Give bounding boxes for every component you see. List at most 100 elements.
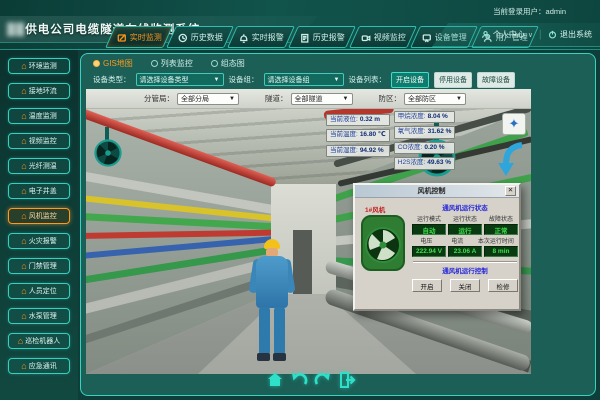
sidebar-item-temp-monitor[interactable]: ⌂温度监测 [8, 108, 70, 124]
status-labels: 运行模式运行状态故障状态 [411, 214, 519, 223]
home-icon: ⌂ [21, 112, 26, 121]
tab-label: 历史报警 [313, 32, 345, 43]
sidebar-item-emergency-comm[interactable]: ⌂应急通讯 [8, 358, 70, 374]
divider [413, 261, 517, 263]
devices-fault-button[interactable]: 故障设备 [477, 72, 515, 88]
runtime-value: 8 min [484, 246, 518, 257]
bottom-nav [266, 371, 356, 389]
tab-history-alarm[interactable]: 历史报警 [288, 26, 356, 48]
logout-link[interactable]: 退出系统 [548, 29, 592, 40]
device-group-select[interactable]: 请选择设备组▼ [264, 73, 344, 86]
sidebar-item-patrol-robot[interactable]: ⌂巡检机器人 [8, 333, 70, 349]
nav-exit-button[interactable] [338, 371, 356, 389]
home-icon: ⌂ [21, 87, 26, 96]
home-icon: ⌂ [21, 312, 26, 321]
caret-down-icon: ▼ [456, 96, 462, 102]
sidebar-item-access-control[interactable]: ⌂门禁管理 [8, 258, 70, 274]
clock-icon [178, 32, 188, 42]
home-icon: ⌂ [21, 362, 26, 371]
sidebar-item-pump-mgmt[interactable]: ⌂水泵管理 [8, 308, 70, 324]
tab-label: 实时监测 [130, 32, 162, 43]
caret-down-icon: ▼ [229, 96, 235, 102]
radio-list-monitor[interactable]: 列表监控 [151, 58, 193, 69]
voltage-value: 222.94 V [412, 246, 446, 257]
axial-fan-icon[interactable] [94, 139, 122, 167]
tab-history-data[interactable]: 历史数据 [166, 26, 234, 48]
alarm-bell-icon [239, 32, 249, 42]
radio-gis-map[interactable]: GIS地图 [93, 58, 133, 69]
tunnel-select[interactable]: 全部隧道▼ [291, 93, 353, 105]
tab-label: 视频监控 [374, 32, 406, 43]
sensor-readouts: 当前液位:0.32 m 当前温度:16.80 ℃ 当前湿度:94.92 % 甲烷… [326, 111, 455, 170]
camera-icon [361, 32, 371, 42]
dialog-close-button[interactable]: ✕ [505, 186, 516, 196]
document-icon [300, 32, 310, 42]
sidebar-item-manhole-cover[interactable]: ⌂电子井盖 [8, 183, 70, 199]
metric-values: 222.94 V 23.06 A 8 min [411, 246, 519, 257]
view-mode-radios: GIS地图 列表监控 组态图 [93, 58, 245, 69]
status-values: 自动 运行 正常 [411, 224, 519, 235]
home-icon: ⌂ [18, 337, 23, 346]
chevron-down-icon: ∨ [528, 31, 533, 39]
sidebar-item-fan-monitor[interactable]: ⌂风机监控 [8, 208, 70, 224]
tunnel-label: 隧道： [265, 93, 288, 104]
fan-control-dialog: 风机控制 ✕ 1#风机 通风机运行状态 运行模式运行状态故障状态 自动 运行 正… [353, 183, 521, 311]
main-panel: GIS地图 列表监控 组态图 设备类型： 请选择设备类型▼ 设备组： 请选择设备… [80, 53, 596, 396]
turn-arrow-icon[interactable] [498, 141, 530, 177]
metric-labels: 电压电流本次运行时间 [411, 236, 519, 245]
power-icon [548, 30, 557, 39]
device-box-icon [422, 32, 432, 42]
status-section-header: 通风机运行状态 [411, 202, 519, 212]
devices-on-button[interactable]: 开启设备 [391, 72, 429, 88]
nav-back-button[interactable] [290, 371, 308, 389]
home-icon: ⌂ [21, 62, 26, 71]
fan-stop-button[interactable]: 关闭 [450, 279, 480, 292]
fan-id-label: 1#风机 [365, 204, 385, 214]
zone-select[interactable]: 全部防区▼ [404, 93, 466, 105]
nav-home-button[interactable] [266, 371, 284, 389]
dialog-titlebar[interactable]: 风机控制 ✕ [355, 185, 519, 198]
caret-down-icon: ▼ [334, 77, 340, 83]
radio-scada-view[interactable]: 组态图 [211, 58, 245, 69]
devices-off-button[interactable]: 停用设备 [434, 72, 472, 88]
radio-dot [151, 60, 158, 67]
sidebar-item-fiber-temp[interactable]: ⌂光纤测温 [8, 158, 70, 174]
dialog-title: 风机控制 [358, 186, 505, 196]
sidebar-item-ground-current[interactable]: ⌂接地环流 [8, 83, 70, 99]
worker-figure [246, 239, 306, 369]
sidebar-item-personnel-location[interactable]: ⌂人员定位 [8, 283, 70, 299]
run-state-value: 运行 [448, 224, 482, 235]
header: ██供电公司电缆隧道在线监测系统 实时监测 历史数据 实时报警 历史报警 视频监… [0, 0, 600, 50]
nav-forward-button[interactable] [314, 371, 332, 389]
divider: │ [538, 30, 543, 39]
user-center-link[interactable]: 个人中心∨ [481, 29, 533, 40]
radio-dot [93, 60, 100, 67]
device-list-label: 设备列表： [349, 74, 387, 85]
sidebar-item-fire-alarm[interactable]: ⌂火灾报警 [8, 233, 70, 249]
sidebar-item-video-monitor[interactable]: ⌂视频监控 [8, 133, 70, 149]
caret-down-icon: ▼ [214, 77, 220, 83]
run-mode-value: 自动 [412, 224, 446, 235]
home-icon: ⌂ [21, 162, 26, 171]
device-type-select[interactable]: 请选择设备类型▼ [136, 73, 224, 86]
sidebar-item-env-monitor[interactable]: ⌂环境监测 [8, 58, 70, 74]
sidebar: ⌂环境监测 ⌂接地环流 ⌂温度监测 ⌂视频监控 ⌂光纤测温 ⌂电子井盖 ⌂风机监… [0, 50, 78, 400]
zone-label: 防区： [379, 93, 402, 104]
sensor-temperature: 当前温度:16.80 ℃ [326, 129, 390, 141]
branch-select[interactable]: 全部分局▼ [177, 93, 239, 105]
tunnel-3d-viewport[interactable]: 当前液位:0.32 m 当前温度:16.80 ℃ 当前湿度:94.92 % 甲烷… [86, 109, 531, 374]
user-actions: 个人中心∨ │ 退出系统 [432, 23, 600, 47]
tab-realtime-alarm[interactable]: 实时报警 [227, 26, 295, 48]
sensor-methane: 甲烷浓度:8.04 % [394, 111, 456, 123]
device-group-label: 设备组： [229, 74, 259, 85]
current-value: 23.06 A [448, 246, 482, 257]
compass-icon: ✦ [502, 113, 526, 135]
tab-video-monitor[interactable]: 视频监控 [349, 26, 417, 48]
fan-maintain-button[interactable]: 检修 [488, 279, 518, 292]
sensor-co: CO浓度:0.20 % [394, 142, 456, 154]
sensor-liquid-level: 当前液位:0.32 m [326, 114, 390, 126]
fan-graphic [360, 214, 406, 272]
fan-start-button[interactable]: 开启 [412, 279, 442, 292]
device-toolbar: 设备类型： 请选择设备类型▼ 设备组： 请选择设备组▼ 设备列表： 开启设备 停… [93, 72, 515, 87]
tab-realtime-monitor[interactable]: 实时监测 [105, 26, 173, 48]
